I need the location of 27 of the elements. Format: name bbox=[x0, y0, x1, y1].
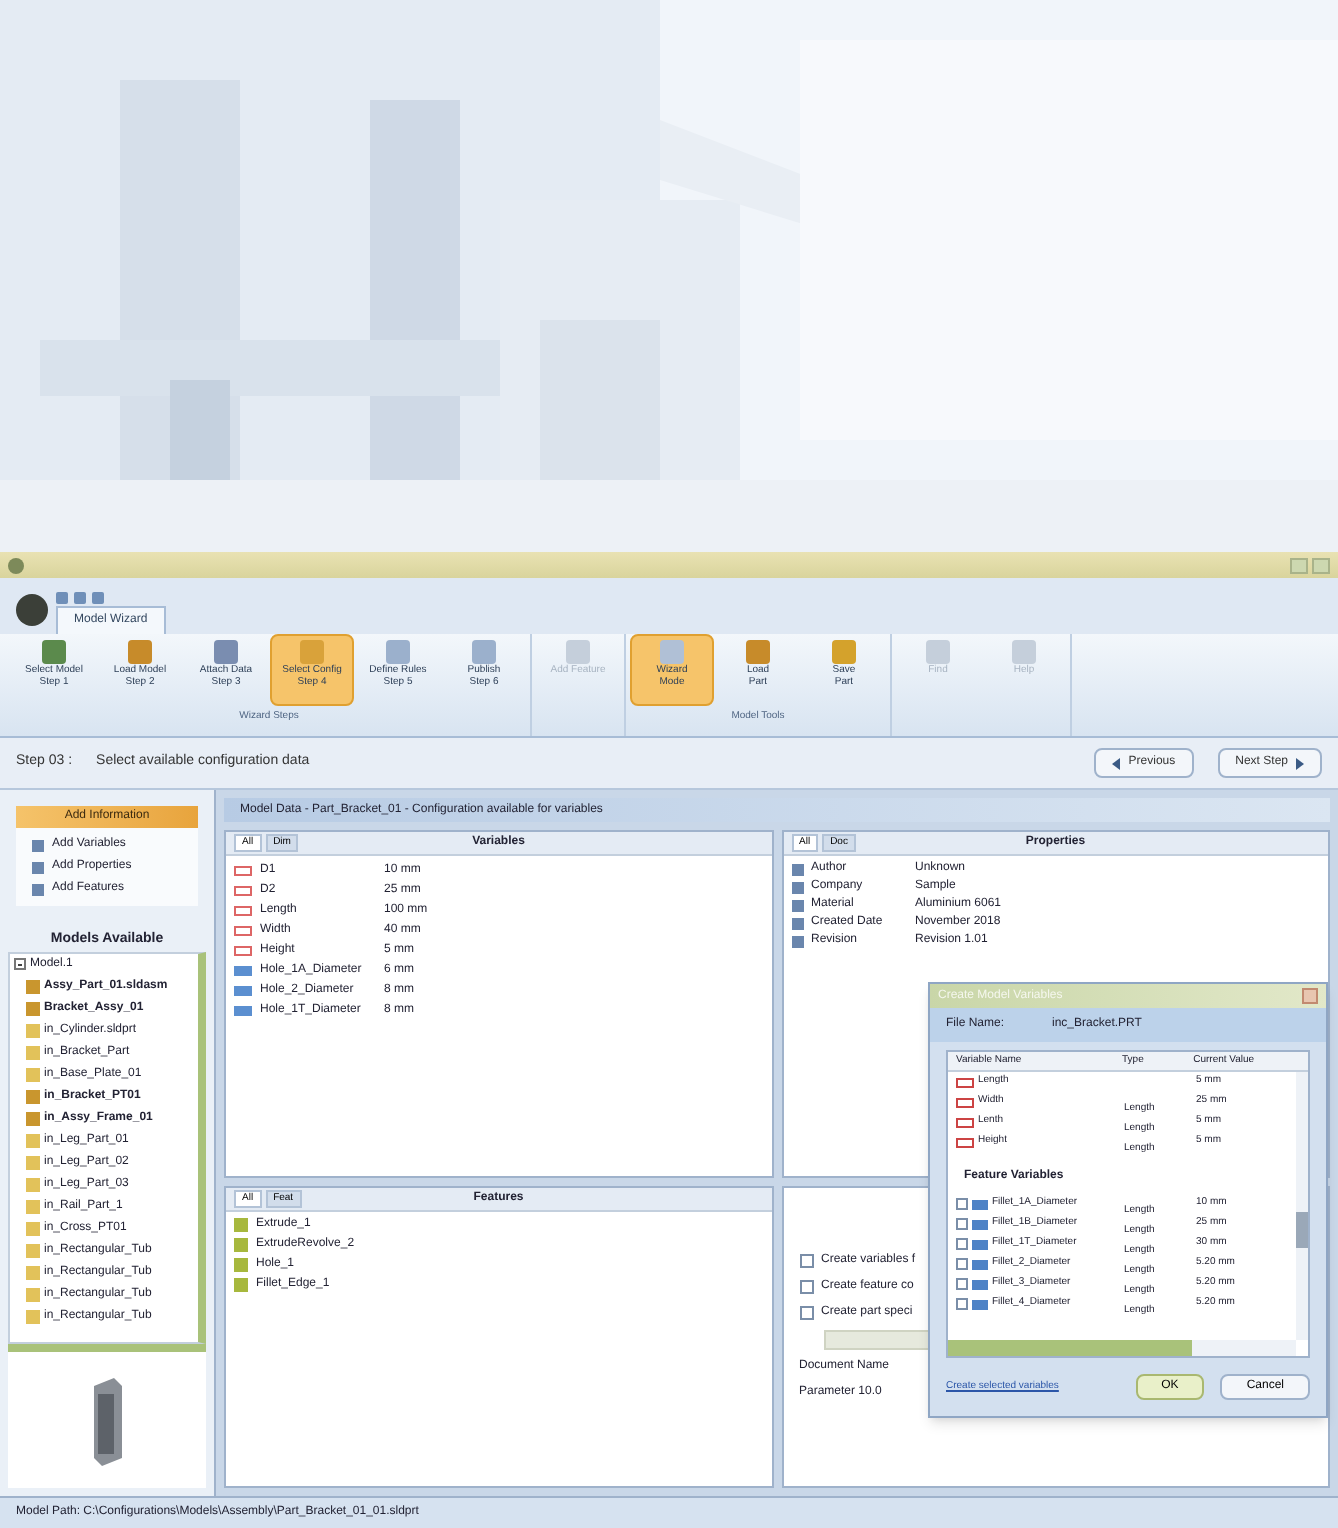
checkbox[interactable] bbox=[799, 1279, 813, 1294]
scrollbar[interactable] bbox=[1296, 1072, 1308, 1340]
close-button[interactable] bbox=[1302, 988, 1318, 1004]
tool-icon bbox=[832, 640, 856, 664]
checkbox[interactable] bbox=[956, 1278, 968, 1290]
app-icon bbox=[8, 557, 24, 573]
checkbox[interactable] bbox=[956, 1218, 968, 1230]
tool-icon bbox=[660, 640, 684, 664]
checkbox[interactable] bbox=[956, 1258, 968, 1270]
tool-icon bbox=[472, 640, 496, 664]
tool-icon bbox=[1012, 640, 1036, 664]
collapse-icon[interactable] bbox=[14, 958, 26, 970]
checkbox[interactable] bbox=[956, 1298, 968, 1310]
tool-icon bbox=[746, 640, 770, 664]
tool-icon bbox=[300, 640, 324, 664]
checkbox[interactable] bbox=[799, 1253, 813, 1268]
tool-icon bbox=[926, 640, 950, 664]
tool-icon bbox=[566, 640, 590, 664]
scrollbar[interactable] bbox=[948, 1340, 1296, 1356]
tool-icon bbox=[214, 640, 238, 664]
checkbox[interactable] bbox=[799, 1305, 813, 1320]
checkbox[interactable] bbox=[956, 1198, 968, 1210]
tool-icon bbox=[386, 640, 410, 664]
app-menu-button[interactable] bbox=[16, 594, 48, 626]
tool-icon bbox=[42, 640, 66, 664]
checkbox[interactable] bbox=[956, 1238, 968, 1250]
tool-icon bbox=[128, 640, 152, 664]
